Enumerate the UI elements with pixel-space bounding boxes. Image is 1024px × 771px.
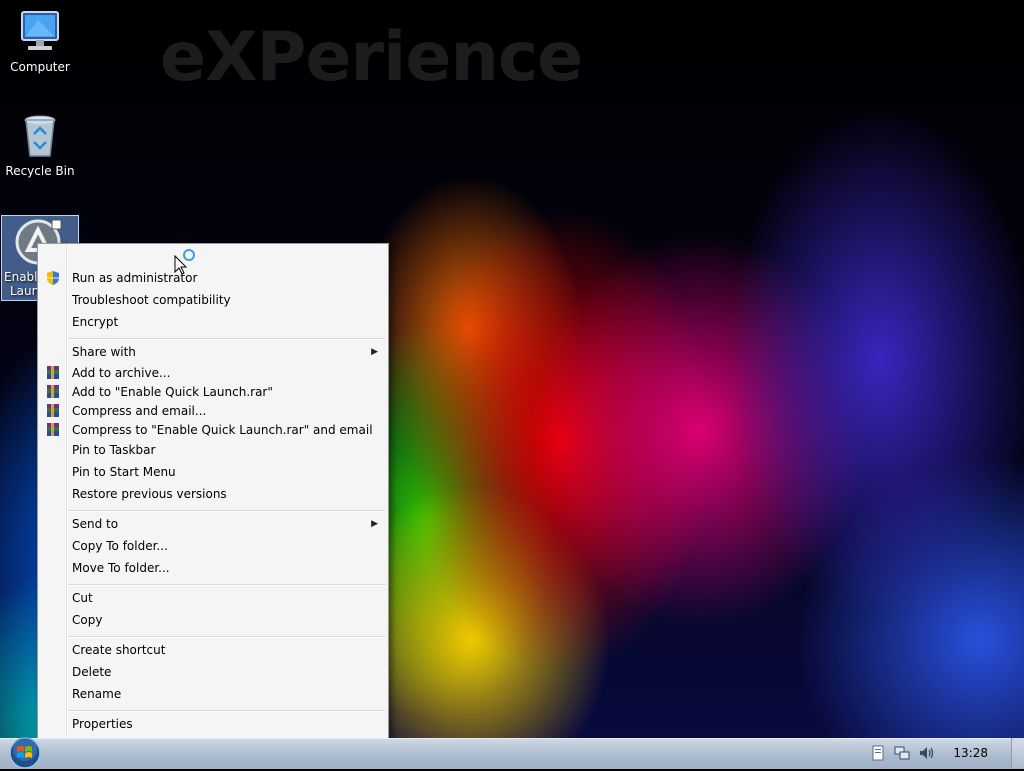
menu-item-label: Pin to Taskbar [72, 443, 156, 457]
menu-item-run-as-administrator[interactable]: Run as administrator [38, 268, 388, 288]
menu-separator [68, 636, 386, 638]
menu-separator [68, 510, 386, 512]
menu-item-label: Compress to "Enable Quick Launch.rar" an… [72, 423, 373, 437]
menu-item-label: Send to [72, 517, 119, 531]
winrar-icon [45, 403, 61, 419]
show-desktop-button[interactable] [1011, 738, 1024, 768]
desktop-icon-label: Computer [10, 60, 70, 74]
menu-item-label: Add to archive... [72, 366, 171, 380]
desktop-icon-recycle-bin[interactable]: Recycle Bin [2, 112, 78, 178]
menu-item-compress-to-rar-and-email[interactable]: Compress to "Enable Quick Launch.rar" an… [38, 420, 388, 440]
menu-item-label: Troubleshoot compatibility [72, 293, 231, 307]
menu-item-label: Copy [72, 613, 103, 627]
menu-item-label: Properties [72, 717, 133, 731]
winrar-icon [45, 365, 61, 381]
menu-item-cut[interactable]: Cut [38, 588, 388, 608]
menu-item-move-to-folder[interactable]: Move To folder... [38, 558, 388, 578]
menu-item-copy[interactable]: Copy [38, 610, 388, 630]
menu-item-create-shortcut[interactable]: Create shortcut [38, 640, 388, 660]
context-menu: Run as administrator Troubleshoot compat… [37, 243, 389, 740]
menu-item-label: Add to "Enable Quick Launch.rar" [72, 385, 273, 399]
menu-item-label: Compress and email... [72, 404, 207, 418]
menu-item-add-to-archive[interactable]: Add to archive... [38, 363, 388, 383]
menu-item-label: Encrypt [72, 315, 119, 329]
network-icon[interactable] [894, 745, 910, 761]
menu-item-compress-and-email[interactable]: Compress and email... [38, 401, 388, 421]
menu-separator [68, 338, 386, 340]
menu-item-label: Share with [72, 345, 136, 359]
uac-shield-icon [45, 270, 61, 286]
menu-item-label: Move To folder... [72, 561, 170, 575]
taskbar-clock[interactable]: 13:28 [953, 746, 988, 760]
start-button[interactable] [6, 736, 44, 769]
submenu-arrow-icon: ▶ [371, 519, 378, 529]
menu-item-troubleshoot-compatibility[interactable]: Troubleshoot compatibility [38, 290, 388, 310]
volume-icon[interactable] [918, 745, 934, 761]
busy-cursor-icon [174, 248, 198, 275]
menu-item-pin-to-start-menu[interactable]: Pin to Start Menu [38, 462, 388, 482]
menu-separator [68, 584, 386, 586]
menu-item-add-to-rar[interactable]: Add to "Enable Quick Launch.rar" [38, 382, 388, 402]
menu-item-properties[interactable]: Properties [38, 714, 388, 734]
recycle-bin-icon [16, 112, 64, 160]
menu-item-send-to[interactable]: Send to ▶ [38, 514, 388, 534]
computer-icon [16, 8, 64, 56]
menu-item-label: Cut [72, 591, 93, 605]
menu-item-copy-to-folder[interactable]: Copy To folder... [38, 536, 388, 556]
menu-item-share-with[interactable]: Share with ▶ [38, 342, 388, 362]
menu-item-label: Pin to Start Menu [72, 465, 176, 479]
menu-item-rename[interactable]: Rename [38, 684, 388, 704]
menu-item-label: Delete [72, 665, 112, 679]
menu-item-encrypt[interactable]: Encrypt [38, 312, 388, 332]
submenu-arrow-icon: ▶ [371, 347, 378, 357]
winrar-icon [45, 422, 61, 438]
desktop-icon-computer[interactable]: Computer [2, 8, 78, 74]
menu-item-label: Copy To folder... [72, 539, 168, 553]
menu-item-pin-to-taskbar[interactable]: Pin to Taskbar [38, 440, 388, 460]
menu-item-label: Restore previous versions [72, 487, 227, 501]
menu-item-label: Rename [72, 687, 122, 701]
windows-logo-icon [9, 737, 41, 769]
menu-item-label: Create shortcut [72, 643, 166, 657]
winrar-icon [45, 384, 61, 400]
wallpaper-title: eXPerience [160, 18, 583, 97]
menu-item-restore-previous-versions[interactable]: Restore previous versions [38, 484, 388, 504]
menu-item-delete[interactable]: Delete [38, 662, 388, 682]
action-center-icon[interactable] [870, 745, 886, 761]
desktop-icon-label: Recycle Bin [5, 164, 75, 178]
menu-separator [68, 710, 386, 712]
